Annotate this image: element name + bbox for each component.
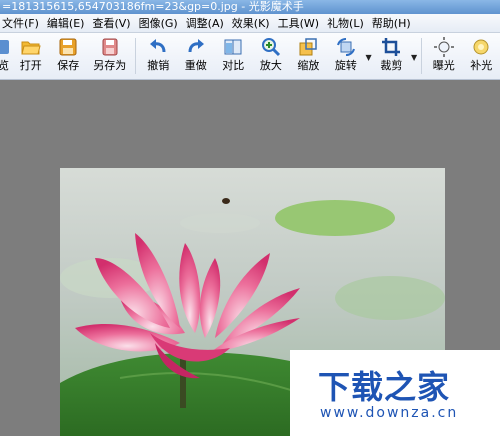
redo-arrow-icon — [186, 37, 206, 57]
menu-tools[interactable]: 工具(W) — [274, 15, 323, 31]
crop-button[interactable]: 裁剪 — [373, 33, 411, 77]
menu-view[interactable]: 查看(V) — [88, 15, 134, 31]
save-as-button[interactable]: 另存为 — [87, 33, 132, 77]
rotate-dropdown-icon[interactable]: ▼ — [365, 33, 373, 62]
compare-icon — [223, 37, 243, 57]
undo-button[interactable]: 撤销 — [139, 33, 177, 77]
preview-label: 预览 — [0, 60, 9, 72]
crop-label: 裁剪 — [380, 59, 403, 72]
resize-button[interactable]: 缩放 — [290, 33, 328, 77]
resize-label: 缩放 — [297, 59, 320, 72]
watermark-title: 下载之家 — [318, 368, 451, 406]
undo-arrow-icon — [148, 37, 168, 57]
menu-edit[interactable]: 编辑(E) — [43, 15, 89, 31]
crop-icon — [381, 37, 401, 57]
exposure-label: 曝光 — [432, 59, 455, 72]
rotate-label: 旋转 — [334, 59, 357, 72]
window-title: =181315615,654703186fm=23&gp=0.jpg - 光影魔… — [2, 0, 304, 13]
save-label: 保存 — [57, 59, 80, 72]
menu-gifts[interactable]: 礼物(L) — [323, 15, 368, 31]
folder-open-icon — [21, 37, 41, 57]
save-button[interactable]: 保存 — [50, 33, 88, 77]
window-title-bar: =181315615,654703186fm=23&gp=0.jpg - 光影魔… — [0, 0, 500, 14]
fill-light-button[interactable]: 补光 — [463, 33, 500, 77]
magnifier-plus-icon — [261, 37, 281, 57]
menu-effects[interactable]: 效果(K) — [228, 15, 274, 31]
main-toolbar: 预览 打开 保存 另存为 撤销 重做 对比 — [0, 33, 500, 80]
toolbar-separator — [135, 38, 137, 74]
exposure-button[interactable]: 曝光 — [425, 33, 463, 77]
menu-help[interactable]: 帮助(H) — [368, 15, 415, 31]
save-as-icon — [100, 37, 120, 57]
undo-label: 撤销 — [147, 59, 170, 72]
zoom-in-label: 放大 — [259, 59, 282, 72]
menu-file[interactable]: 文件(F) — [0, 15, 43, 31]
crop-dropdown-icon[interactable]: ▼ — [410, 33, 418, 62]
resize-icon — [298, 37, 318, 57]
redo-button[interactable]: 重做 — [177, 33, 215, 77]
menu-bar: 文件(F) 编辑(E) 查看(V) 图像(G) 调整(A) 效果(K) 工具(W… — [0, 14, 500, 33]
menu-adjust[interactable]: 调整(A) — [182, 15, 228, 31]
watermark-url: www.downza.cn — [320, 405, 459, 421]
compare-button[interactable]: 对比 — [215, 33, 253, 77]
menu-image[interactable]: 图像(G) — [135, 15, 182, 31]
open-label: 打开 — [19, 59, 42, 72]
sun-exposure-icon — [433, 37, 454, 57]
compare-label: 对比 — [222, 59, 245, 72]
rotate-icon — [336, 37, 356, 57]
preview-icon — [0, 37, 13, 57]
fill-light-icon — [471, 37, 491, 57]
fill-light-label: 补光 — [470, 59, 493, 72]
floppy-save-icon — [58, 37, 78, 57]
rotate-button[interactable]: 旋转 — [327, 33, 365, 77]
zoom-in-button[interactable]: 放大 — [252, 33, 290, 77]
redo-label: 重做 — [184, 59, 207, 72]
preview-button[interactable]: 预览 — [0, 33, 12, 77]
toolbar-separator — [421, 38, 422, 74]
save-as-label: 另存为 — [93, 59, 127, 72]
open-button[interactable]: 打开 — [12, 33, 50, 77]
